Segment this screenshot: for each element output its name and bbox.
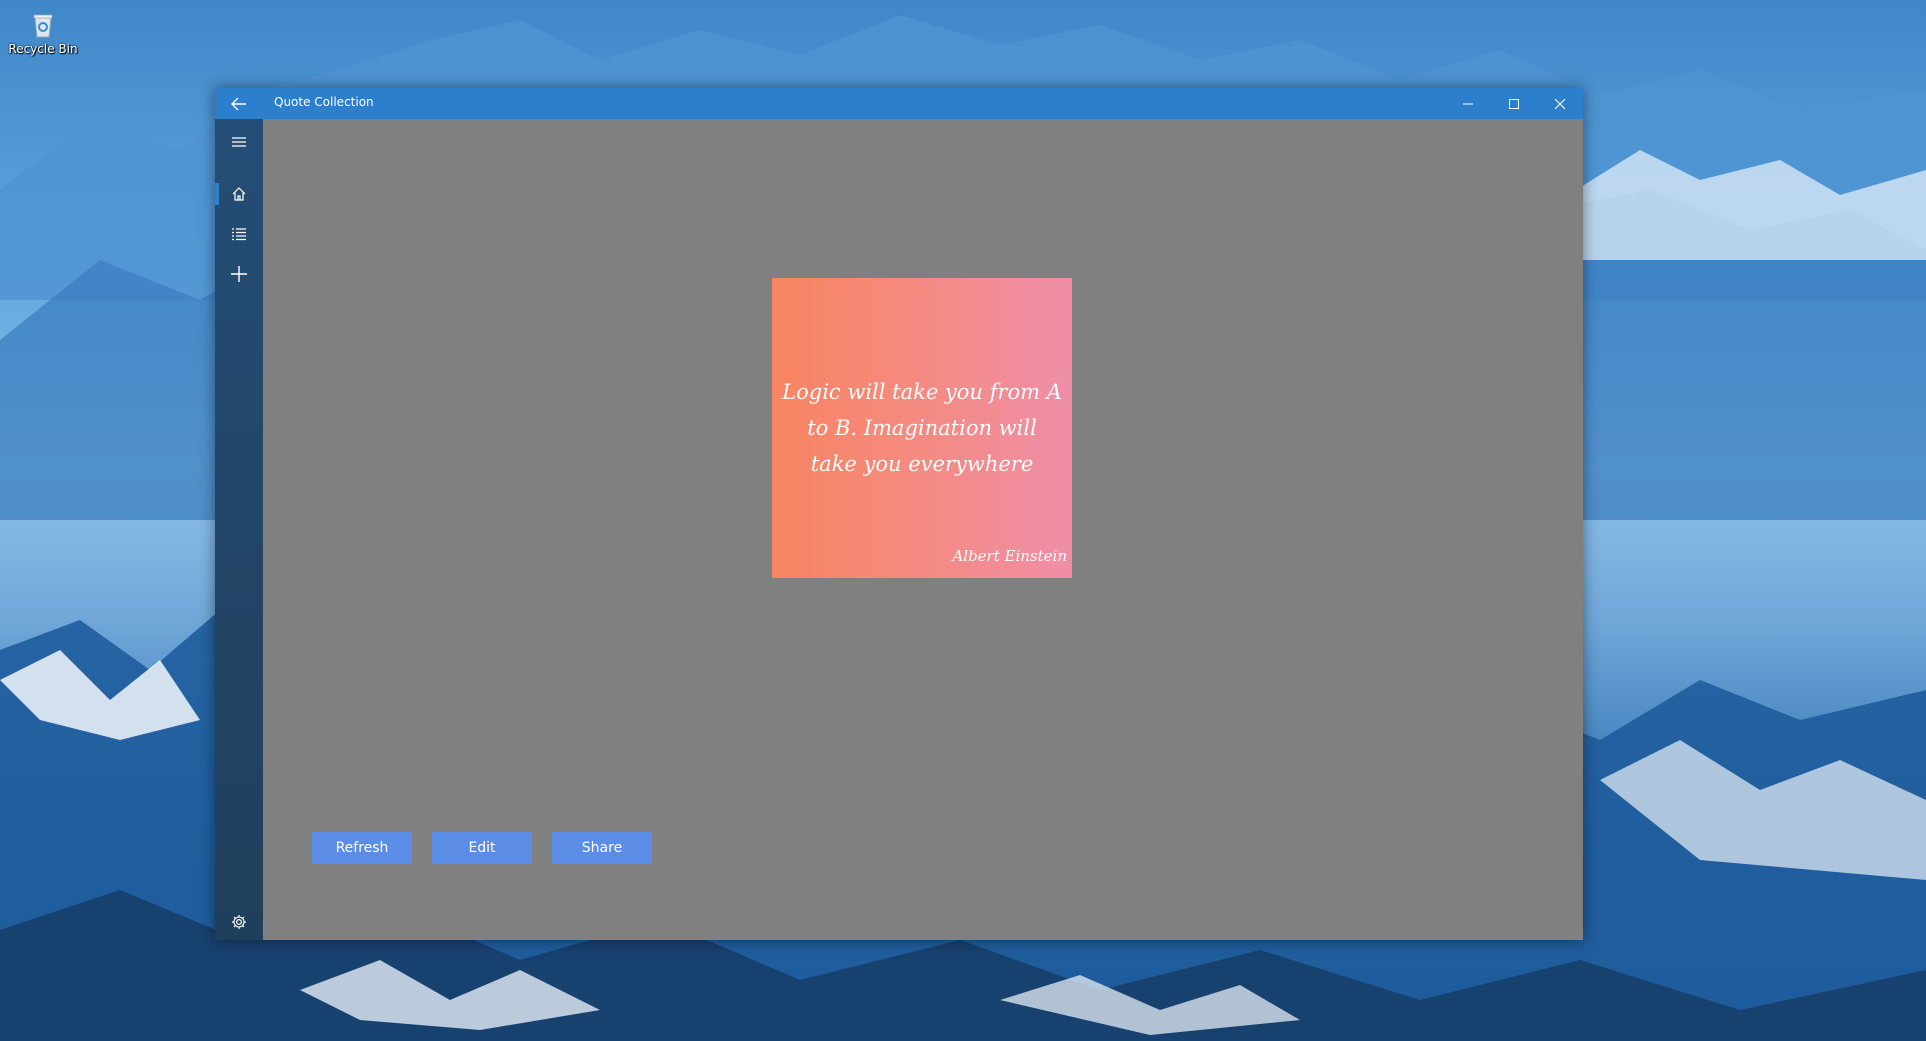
desktop-background: Recycle Bin Quote Collection Logic will …	[0, 0, 1926, 1041]
share-button[interactable]: Share	[552, 832, 652, 864]
maximize-icon	[1509, 98, 1519, 109]
hamburger-icon	[232, 137, 246, 147]
recycle-bin-label: Recycle Bin	[8, 42, 78, 56]
nav-item-home[interactable]	[215, 174, 263, 214]
back-button[interactable]	[215, 88, 263, 119]
nav-item-settings[interactable]	[215, 902, 263, 942]
home-icon	[232, 187, 246, 201]
close-icon	[1554, 98, 1566, 109]
maximize-button[interactable]	[1491, 88, 1537, 119]
quote-card: Logic will take you from A to B. Imagina…	[772, 278, 1072, 578]
minimize-icon	[1463, 103, 1473, 104]
refresh-button[interactable]: Refresh	[312, 832, 412, 864]
window-title: Quote Collection	[274, 95, 374, 109]
app-window: Quote Collection Logic will take you fro…	[215, 88, 1583, 940]
back-arrow-icon	[231, 97, 246, 110]
close-button[interactable]	[1537, 88, 1583, 119]
title-bar[interactable]: Quote Collection	[215, 88, 1583, 119]
add-icon	[231, 266, 247, 282]
recycle-bin-icon	[33, 14, 53, 38]
list-icon	[232, 228, 246, 241]
nav-item-add[interactable]	[215, 254, 263, 294]
hamburger-menu-button[interactable]	[215, 122, 263, 162]
quote-text: Logic will take you from A to B. Imagina…	[782, 380, 1062, 476]
quote-author: Albert Einstein	[952, 547, 1067, 565]
edit-button[interactable]: Edit	[432, 832, 532, 864]
recycle-bin[interactable]: Recycle Bin	[8, 10, 78, 56]
minimize-button[interactable]	[1445, 88, 1491, 119]
nav-item-list[interactable]	[215, 214, 263, 254]
navigation-pane	[215, 119, 263, 940]
gear-icon	[232, 915, 246, 929]
